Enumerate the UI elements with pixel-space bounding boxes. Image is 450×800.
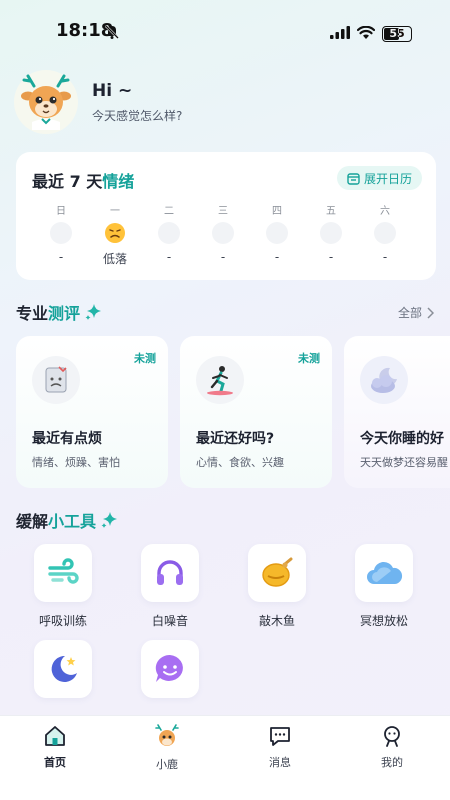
mood-card-title: 最近 7 天情绪 bbox=[32, 172, 135, 191]
running-person-icon bbox=[196, 356, 244, 404]
assessment-section-title: 专业 测评 bbox=[16, 300, 102, 324]
tool-white-noise[interactable]: 白噪音 bbox=[130, 544, 210, 629]
moon-star-icon bbox=[34, 640, 92, 698]
tool-label: 呼吸训练 bbox=[38, 614, 87, 628]
bell-off-icon bbox=[104, 24, 120, 44]
mood-day[interactable]: 五 - bbox=[314, 202, 348, 267]
status-badge: 未测 bbox=[298, 352, 320, 365]
sparkle-icon bbox=[85, 304, 102, 320]
tab-label: 首页 bbox=[44, 756, 66, 769]
bottom-tab-bar: 首页 小鹿 消息 我的 bbox=[0, 715, 450, 800]
assessment-cards: 未测 最近有点烦 情绪、烦躁、害怕 未测 最近还好吗? 心情、食欲、兴趣 今天你… bbox=[16, 336, 450, 488]
home-icon bbox=[45, 726, 65, 746]
tool-breathing[interactable]: 呼吸训练 bbox=[23, 544, 103, 629]
tool-chat[interactable] bbox=[130, 640, 210, 708]
deer-icon bbox=[21, 74, 71, 130]
wind-icon bbox=[34, 544, 92, 602]
deer-icon bbox=[155, 724, 179, 746]
tool-sleep[interactable] bbox=[23, 640, 103, 708]
view-all-link[interactable]: 全部 bbox=[398, 304, 434, 321]
mood-day[interactable]: 三 - bbox=[206, 202, 240, 267]
battery-icon: 55 bbox=[382, 25, 412, 42]
tool-meditation[interactable]: 冥想放松 bbox=[344, 544, 424, 629]
signal-icon bbox=[330, 24, 350, 43]
assessment-title: 今天你睡的好 bbox=[360, 431, 444, 447]
tool-wooden-fish[interactable]: 敲木鱼 bbox=[237, 544, 317, 629]
tab-deer[interactable]: 小鹿 bbox=[137, 724, 197, 772]
assessment-title: 最近还好吗? bbox=[196, 431, 275, 447]
greeting-text: Hi ~ bbox=[92, 80, 133, 101]
mood-day[interactable]: 一 低落 bbox=[98, 202, 132, 267]
sparkle-icon bbox=[101, 512, 118, 528]
mood-week-card[interactable]: 最近 7 天情绪 展开日历 日 - 一 低落 二 - 三 - 四 - 五 - 六… bbox=[16, 152, 436, 280]
tool-label: 冥想放松 bbox=[359, 614, 408, 628]
sad-face-icon bbox=[105, 223, 125, 243]
greeting-header: Hi ~ 今天感觉怎么样? bbox=[14, 70, 182, 134]
expand-calendar-button[interactable]: 展开日历 bbox=[336, 166, 422, 190]
assessment-title: 最近有点烦 bbox=[32, 431, 102, 447]
tool-label: 白噪音 bbox=[151, 614, 188, 628]
assessment-tags: 情绪、烦躁、害怕 bbox=[32, 456, 120, 469]
status-bar: 18:18 55 bbox=[0, 0, 450, 58]
battery-level: 55 bbox=[389, 27, 405, 40]
mood-days: 日 - 一 低落 二 - 三 - 四 - 五 - 六 - bbox=[16, 202, 436, 267]
calendar-icon bbox=[347, 172, 360, 185]
tab-messages[interactable]: 消息 bbox=[250, 724, 310, 770]
assessment-card[interactable]: 未测 最近还好吗? 心情、食欲、兴趣 bbox=[180, 336, 332, 488]
tab-label: 消息 bbox=[269, 756, 291, 769]
deer-avatar[interactable] bbox=[14, 70, 78, 134]
upset-note-icon bbox=[32, 356, 80, 404]
cloud-icon bbox=[355, 544, 413, 602]
tab-profile[interactable]: 我的 bbox=[362, 724, 422, 770]
mood-day[interactable]: 日 - bbox=[44, 202, 78, 267]
tool-label: 敲木鱼 bbox=[258, 614, 295, 628]
tab-label: 我的 bbox=[381, 756, 403, 769]
profile-icon bbox=[384, 726, 400, 747]
assessment-tags: 心情、食欲、兴趣 bbox=[196, 456, 284, 469]
mood-day[interactable]: 四 - bbox=[260, 202, 294, 267]
assessment-tags: 天天做梦还容易醒 bbox=[360, 456, 448, 469]
status-badge: 未测 bbox=[134, 352, 156, 365]
smile-bubble-icon bbox=[141, 640, 199, 698]
tab-label: 小鹿 bbox=[156, 758, 178, 771]
tools-section-title: 缓解 小工具 bbox=[16, 508, 118, 532]
assessment-card[interactable]: 今天你睡的好 天天做梦还容易醒 bbox=[344, 336, 450, 488]
wooden-fish-icon bbox=[248, 544, 306, 602]
message-icon bbox=[270, 727, 290, 746]
moon-cloud-icon bbox=[360, 356, 408, 404]
mood-day[interactable]: 二 - bbox=[152, 202, 186, 267]
wifi-icon bbox=[356, 24, 376, 43]
mood-day[interactable]: 六 - bbox=[368, 202, 402, 267]
tab-home[interactable]: 首页 bbox=[25, 724, 85, 770]
assessment-card[interactable]: 未测 最近有点烦 情绪、烦躁、害怕 bbox=[16, 336, 168, 488]
headphones-icon bbox=[141, 544, 199, 602]
chevron-right-icon bbox=[427, 306, 434, 319]
greeting-subtitle: 今天感觉怎么样? bbox=[92, 108, 183, 123]
